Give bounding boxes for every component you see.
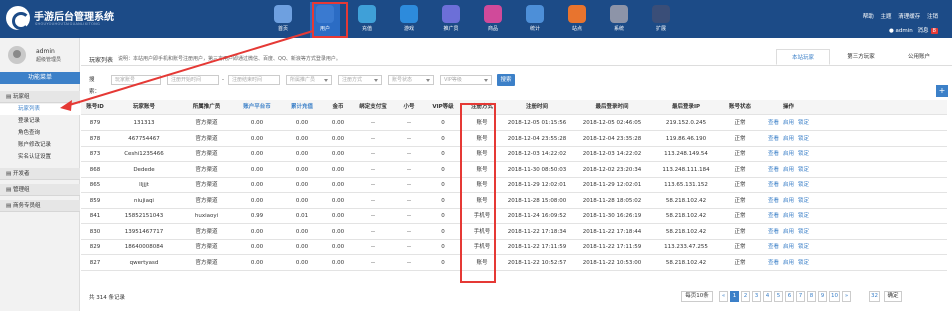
annotation-arrow: [60, 30, 314, 111]
